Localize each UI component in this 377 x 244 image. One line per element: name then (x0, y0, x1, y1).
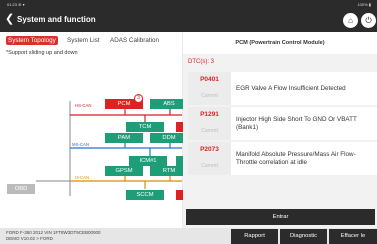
app-header: ❮ System and function ⌂ ⏻ (0, 9, 377, 32)
topology-diagram: HS-CAN MS-CAN I3-CAN OBD PCM 3 ABS TCM P… (0, 56, 188, 208)
dtc-code-cell: P1291 Current (188, 107, 231, 140)
exit-icon[interactable]: ⏻ (361, 13, 376, 28)
bus-label-ms-can: MS-CAN (72, 142, 89, 147)
bus-label-hs-can: HS-CAN (75, 103, 92, 108)
dtc-status: Current (201, 128, 218, 134)
dtc-description: Manifold Absolute Pressure/Mass Air Flow… (236, 151, 356, 166)
bus-label-i3-can: I3-CAN (75, 175, 90, 180)
back-icon[interactable]: ❮ (5, 13, 14, 26)
status-time: 01:23 ⊛ ▾ (7, 2, 25, 7)
node-icm[interactable]: ICM#1 (129, 156, 167, 166)
module-title: PCM (Powertrain Control Module) (183, 32, 377, 54)
dtc-status: Current (201, 93, 218, 99)
tab-system-list[interactable]: System List (67, 36, 100, 45)
node-gpsm[interactable]: GPSM (105, 166, 143, 176)
topology-panel: System Topology System List ADAS Calibra… (0, 32, 188, 228)
dtc-row[interactable]: P0401 Current EGR Valve A Flow Insuffici… (188, 72, 377, 105)
dtc-code-cell: P0401 Current (188, 72, 231, 105)
report-button[interactable]: Rapport (231, 229, 278, 244)
node-tcm[interactable]: TCM (126, 122, 164, 132)
obd-gateway[interactable]: OBD (7, 184, 35, 194)
home-icon[interactable]: ⌂ (343, 13, 358, 28)
tab-system-topology[interactable]: System Topology (6, 36, 58, 45)
dtc-badge: 3 (134, 94, 143, 103)
dtc-code-cell: P2073 Current (188, 142, 231, 175)
footer: FORD F-350 2012 VIN 1FT8W3DT9CEB00000 DE… (0, 228, 377, 244)
dtc-description: Injector High Side Short To GND Or VBATT… (236, 116, 357, 131)
tab-adas-calibration[interactable]: ADAS Calibration (110, 36, 159, 45)
page-title: System and function (17, 15, 96, 24)
enter-button[interactable]: Entrar (186, 209, 375, 225)
node-pam[interactable]: PAM (105, 133, 143, 143)
node-sccm[interactable]: SCCM (126, 190, 164, 200)
status-bar: 01:23 ⊛ ▾ 100% ▮ (0, 0, 377, 9)
dtc-row[interactable]: P1291 Current Injector High Side Short T… (188, 107, 377, 140)
diagnostic-button[interactable]: Diagnostic (280, 229, 327, 244)
software-version: DEMO V10.02 > FORD (6, 236, 53, 241)
dtc-code: P2073 (200, 146, 219, 153)
dtc-code: P1291 (200, 111, 219, 118)
dtc-code: P0401 (200, 76, 219, 83)
vehicle-info: FORD F-350 2012 VIN 1FT8W3DT9CEB00000 (6, 230, 101, 235)
dtc-row[interactable]: P2073 Current Manifold Absolute Pressure… (188, 142, 377, 175)
dtc-panel: PCM (Powertrain Control Module) DTC(s): … (183, 32, 377, 228)
dtc-description: EGR Valve A Flow Insufficient Detected (236, 85, 346, 92)
clear-codes-button[interactable]: Effacer le (329, 229, 377, 244)
battery-indicator: 100% ▮ (357, 2, 371, 7)
dtc-status: Current (201, 163, 218, 169)
dtc-count: DTC(s): 3 (188, 59, 214, 65)
